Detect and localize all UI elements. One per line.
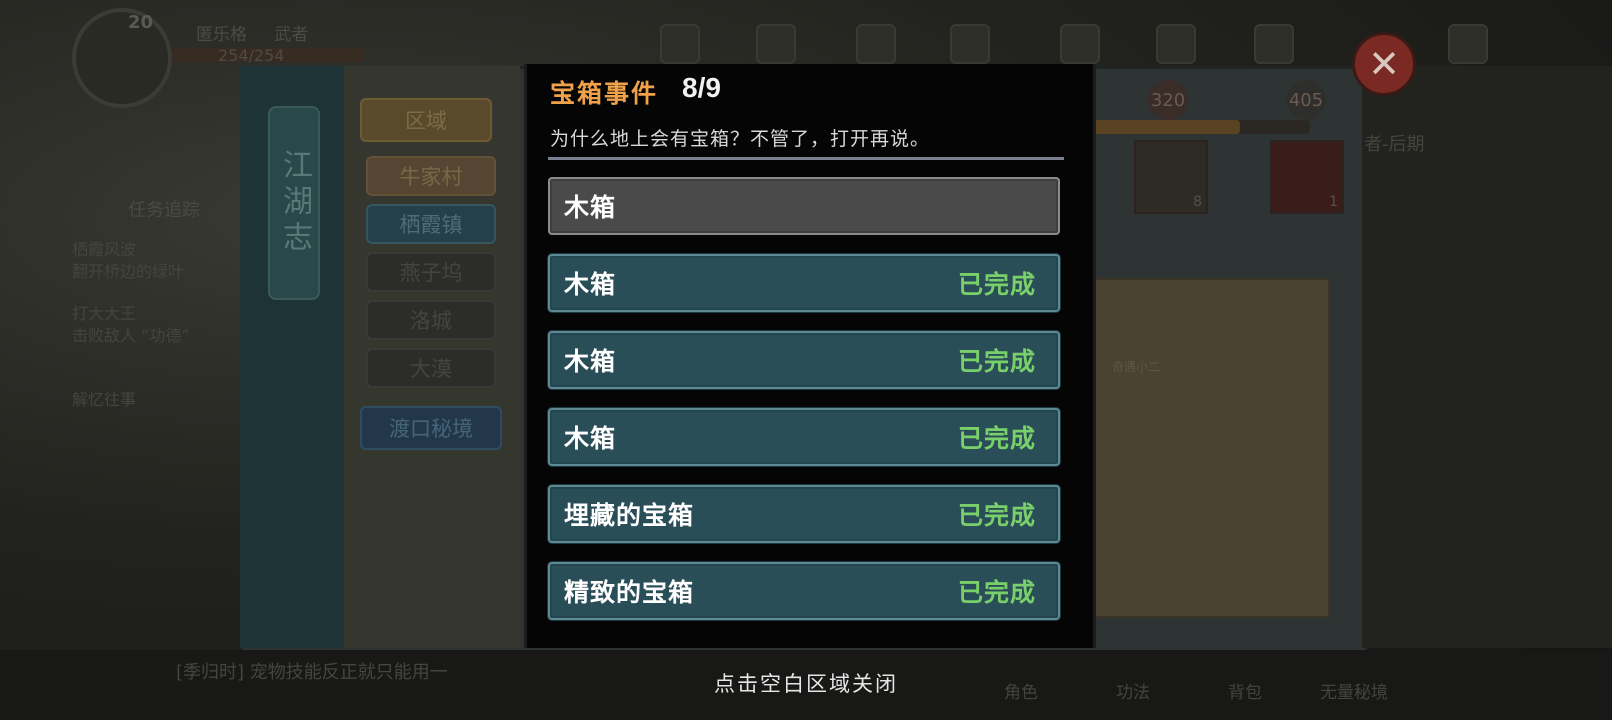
chest-name: 木箱 <box>564 424 617 453</box>
chest-status: 已完成 <box>957 501 1036 530</box>
region-button[interactable]: 区域 <box>360 98 492 142</box>
close-icon[interactable]: ✕ <box>1352 32 1416 96</box>
shop-icon[interactable] <box>1060 24 1100 64</box>
chest-status: 已完成 <box>957 347 1036 376</box>
chest-name: 木箱 <box>564 347 617 376</box>
task-line: 打大大王 <box>72 304 137 323</box>
map-progress-fill <box>1082 120 1240 134</box>
player-hp: 254/254 <box>218 46 285 65</box>
modal-progress: 8/9 <box>682 72 721 103</box>
chest-name: 木箱 <box>564 193 617 222</box>
task-line: 击败敌人 “功德” <box>72 326 190 345</box>
chest-row[interactable]: 木箱 已完成 <box>548 254 1060 312</box>
chest-row[interactable]: 精致的宝箱 已完成 <box>548 562 1060 620</box>
task-tracker-title[interactable]: 任务追踪 <box>128 196 200 222</box>
chest-status: 已完成 <box>957 424 1036 453</box>
chest-name: 精致的宝箱 <box>564 578 695 607</box>
area-button-luocheng[interactable]: 洛城 <box>366 300 496 340</box>
quest-icon[interactable] <box>1156 24 1196 64</box>
side-note: 者-后期 <box>1364 134 1425 155</box>
mail-icon[interactable] <box>950 24 990 64</box>
chest-row[interactable]: 埋藏的宝箱 已完成 <box>548 485 1060 543</box>
calendar-icon[interactable] <box>1448 24 1488 64</box>
chest-row[interactable]: 木箱 已完成 <box>548 408 1060 466</box>
map-terrain[interactable]: 奇遇小二 <box>1090 278 1330 618</box>
player-name-text: 匿乐格 <box>196 25 247 45</box>
map-stat-badge: 320 <box>1148 80 1188 120</box>
secret-realm-button[interactable]: 渡口秘境 <box>360 406 502 450</box>
area-button-yanziwu[interactable]: 燕子坞 <box>366 252 496 292</box>
map-banner: 江湖志 <box>268 106 320 300</box>
area-button-niujiacun[interactable]: 牛家村 <box>366 156 496 196</box>
chest-status: 已完成 <box>957 578 1036 607</box>
player-name: 匿乐格 武者 <box>196 20 308 45</box>
chest-row[interactable]: 木箱 已完成 <box>548 331 1060 389</box>
map-reward-card[interactable]: 8 <box>1134 140 1208 214</box>
card-count: 1 <box>1329 194 1338 210</box>
map-stat-badge: 405 <box>1286 80 1326 120</box>
task-line: 解忆往事 <box>72 390 137 409</box>
player-level: 20 <box>128 12 154 33</box>
chest-name: 埋藏的宝箱 <box>564 501 695 530</box>
event-icon[interactable] <box>756 24 796 64</box>
chest-status: 已完成 <box>957 270 1036 299</box>
area-button-damo[interactable]: 大漠 <box>366 348 496 388</box>
chest-row[interactable]: 木箱 <box>548 177 1060 235</box>
task-line: 翻开桥边的绿叶 <box>72 262 185 281</box>
guild-icon[interactable] <box>856 24 896 64</box>
area-button-qixiazhen[interactable]: 栖霞镇 <box>366 204 496 244</box>
npc-label: 奇遇小二 <box>1112 360 1161 374</box>
modal-divider <box>548 157 1064 160</box>
chest-name: 木箱 <box>564 270 617 299</box>
gift-icon[interactable] <box>660 24 700 64</box>
modal-description: 为什么地上会有宝箱？不管了，打开再说。 <box>550 128 931 150</box>
modal-title: 宝箱事件 <box>550 79 659 108</box>
close-hint[interactable]: 点击空白区域关闭 <box>0 668 1612 698</box>
notice-icon[interactable] <box>1254 24 1294 64</box>
player-title: 武者 <box>274 25 309 45</box>
task-line: 栖霞风波 <box>72 240 137 259</box>
map-reward-card[interactable]: 1 <box>1270 140 1344 214</box>
player-avatar[interactable] <box>72 8 172 108</box>
card-count: 8 <box>1193 194 1202 210</box>
